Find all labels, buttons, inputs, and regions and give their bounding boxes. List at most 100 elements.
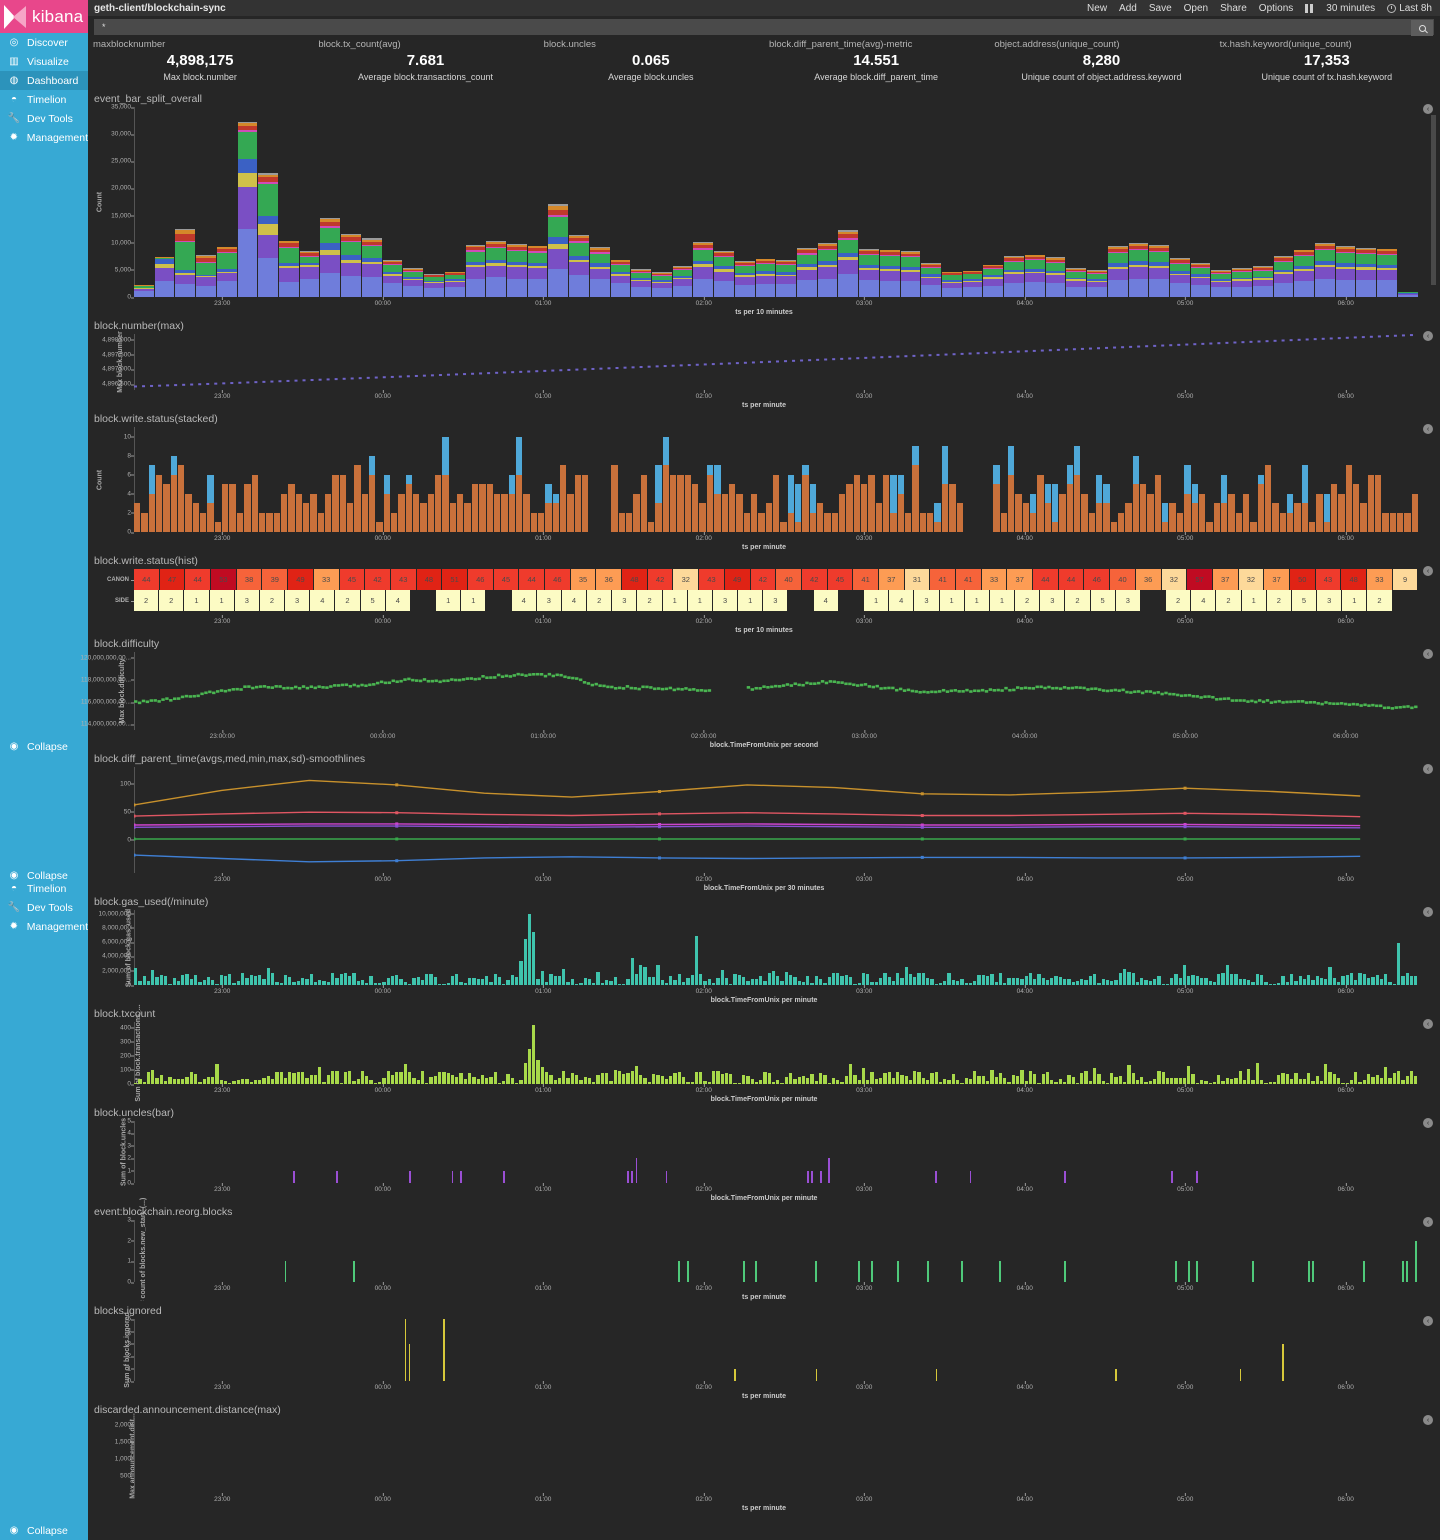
- bar[interactable]: [1247, 1319, 1250, 1381]
- bar[interactable]: [716, 1220, 719, 1282]
- heatmap-cell[interactable]: 3: [234, 590, 259, 611]
- metric-panel-0[interactable]: maxblocknumber 4,898,175 Max block.number: [88, 37, 314, 89]
- bar[interactable]: [858, 1220, 861, 1282]
- bar[interactable]: [721, 1319, 724, 1381]
- bar[interactable]: [1166, 1418, 1169, 1493]
- bar[interactable]: [1345, 1022, 1349, 1084]
- bar[interactable]: [1054, 1121, 1057, 1183]
- bar[interactable]: [408, 1121, 411, 1183]
- bar[interactable]: [465, 107, 486, 297]
- bar[interactable]: [528, 1220, 531, 1282]
- bar[interactable]: [498, 1220, 501, 1282]
- bar[interactable]: [331, 1319, 334, 1381]
- bar[interactable]: [1337, 1319, 1340, 1381]
- bar[interactable]: [919, 427, 927, 532]
- bar[interactable]: [1162, 1121, 1165, 1183]
- bar[interactable]: [455, 1022, 459, 1084]
- bar[interactable]: [678, 1220, 681, 1282]
- bar[interactable]: [1242, 910, 1247, 985]
- bar[interactable]: [962, 107, 983, 297]
- bar[interactable]: [288, 1220, 291, 1282]
- bar[interactable]: [266, 427, 273, 532]
- bar[interactable]: [772, 1319, 775, 1381]
- bar[interactable]: [965, 1418, 968, 1493]
- bar[interactable]: [1217, 1121, 1220, 1183]
- bar[interactable]: [1379, 910, 1384, 985]
- bar[interactable]: [554, 1319, 557, 1381]
- bar[interactable]: [712, 1220, 715, 1282]
- bar[interactable]: [814, 1022, 818, 1084]
- bar[interactable]: [1037, 1220, 1040, 1282]
- bar[interactable]: [1206, 427, 1213, 532]
- bar[interactable]: [566, 1220, 569, 1282]
- bar[interactable]: [477, 1220, 480, 1282]
- bar[interactable]: [1029, 1319, 1032, 1381]
- bar[interactable]: [797, 910, 801, 985]
- bar[interactable]: [1367, 427, 1375, 532]
- bar[interactable]: [134, 427, 141, 532]
- bar[interactable]: [476, 1022, 480, 1084]
- bar[interactable]: [1025, 1319, 1028, 1381]
- bar[interactable]: [930, 910, 934, 985]
- bar[interactable]: [1093, 910, 1097, 985]
- bar[interactable]: [874, 1022, 878, 1084]
- bar[interactable]: [1123, 1319, 1126, 1381]
- bar[interactable]: [519, 1418, 522, 1493]
- bar[interactable]: [866, 910, 870, 985]
- bar[interactable]: [463, 1022, 467, 1084]
- bar[interactable]: [446, 1022, 450, 1084]
- heatmap-cell[interactable]: 1: [662, 590, 687, 611]
- bar[interactable]: [1114, 1121, 1117, 1183]
- bar[interactable]: [348, 1418, 351, 1493]
- bar[interactable]: [652, 1319, 655, 1381]
- bar[interactable]: [1190, 107, 1211, 297]
- sidebar-ghost-item-dev-tools[interactable]: 🔧 Dev Tools: [0, 898, 88, 917]
- bar[interactable]: [1397, 107, 1418, 297]
- metric-panel-2[interactable]: block.uncles 0.065 Average block.uncles: [539, 37, 764, 89]
- bar[interactable]: [330, 910, 335, 985]
- bar[interactable]: [695, 1220, 698, 1282]
- bar[interactable]: [301, 1121, 304, 1183]
- bar[interactable]: [369, 1022, 373, 1084]
- bar[interactable]: [840, 1121, 843, 1183]
- bar[interactable]: [999, 1121, 1002, 1183]
- bar[interactable]: [519, 1220, 522, 1282]
- bar[interactable]: [724, 910, 729, 985]
- bar[interactable]: [472, 1418, 475, 1493]
- bar[interactable]: [1114, 910, 1118, 985]
- bar[interactable]: [288, 910, 292, 985]
- bar[interactable]: [481, 1418, 484, 1493]
- bar[interactable]: [647, 910, 652, 985]
- bar[interactable]: [190, 1418, 193, 1493]
- bar[interactable]: [429, 1121, 432, 1183]
- bar[interactable]: [1367, 1022, 1371, 1084]
- bar[interactable]: [468, 1319, 471, 1381]
- bar[interactable]: [789, 1121, 792, 1183]
- bar[interactable]: [398, 427, 405, 532]
- bar[interactable]: [1345, 427, 1353, 532]
- bar[interactable]: [960, 1319, 963, 1381]
- bar[interactable]: [297, 1220, 300, 1282]
- bar[interactable]: [684, 427, 692, 532]
- bar[interactable]: [413, 427, 420, 532]
- bar[interactable]: [1089, 1220, 1092, 1282]
- bar[interactable]: [1182, 910, 1187, 985]
- bar[interactable]: [185, 427, 192, 532]
- bar[interactable]: [524, 1220, 527, 1282]
- bar[interactable]: [853, 427, 861, 532]
- bar[interactable]: [639, 1121, 642, 1183]
- bar[interactable]: [1260, 1121, 1263, 1183]
- bar[interactable]: [348, 1220, 351, 1282]
- bar[interactable]: [1328, 1418, 1331, 1493]
- bar[interactable]: [1350, 1121, 1353, 1183]
- bar[interactable]: [1012, 1319, 1015, 1381]
- bar[interactable]: [1020, 910, 1024, 985]
- bar[interactable]: [173, 1121, 176, 1183]
- bar[interactable]: [721, 1418, 724, 1493]
- bar[interactable]: [1165, 1022, 1170, 1084]
- bar[interactable]: [357, 1418, 360, 1493]
- bar[interactable]: [614, 1418, 617, 1493]
- bar[interactable]: [750, 427, 758, 532]
- bar[interactable]: [480, 910, 485, 985]
- bar[interactable]: [579, 1319, 582, 1381]
